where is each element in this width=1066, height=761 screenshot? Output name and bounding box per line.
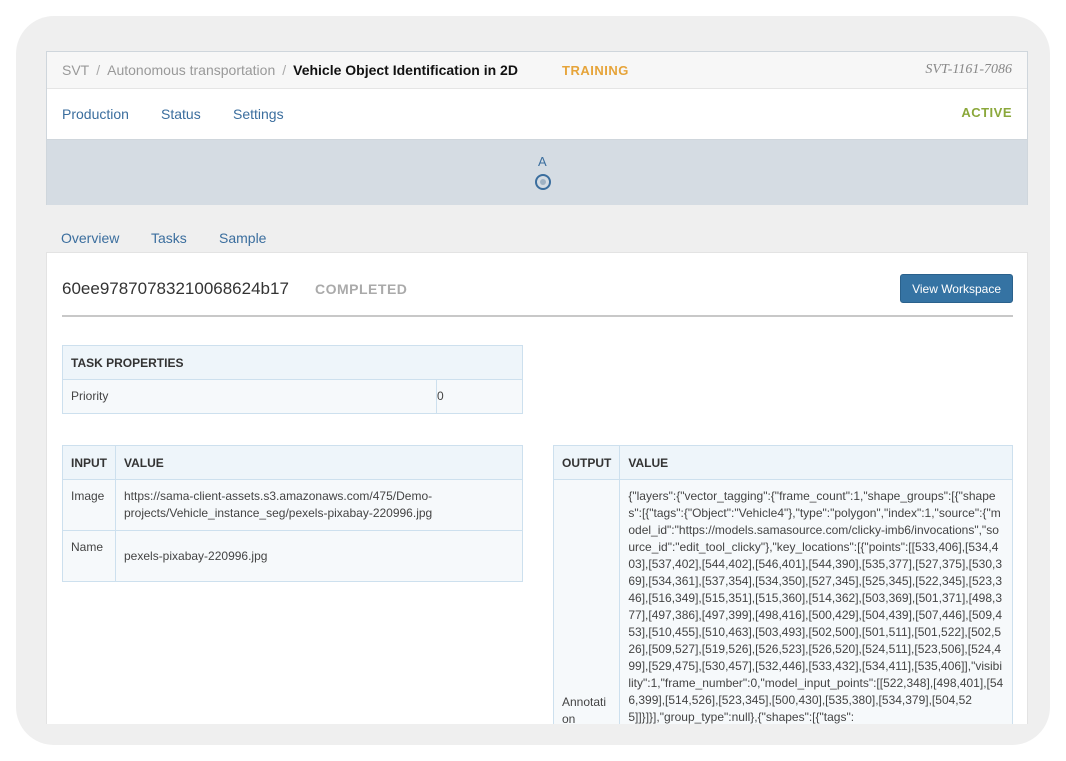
divider (62, 315, 1013, 317)
output-value: {"layers":{"vector_tagging":{"frame_coun… (619, 479, 1013, 724)
project-state-badge: ACTIVE (961, 105, 1012, 120)
project-nav: Production Status Settings ACTIVE (47, 89, 1027, 139)
task-status-badge: COMPLETED (315, 281, 408, 297)
input-value: pexels-pixabay-220996.jpg (115, 530, 523, 582)
output-key: Annotation (552, 479, 621, 724)
breadcrumb-separator: / (282, 62, 287, 78)
project-code: SVT-1161-7086 (925, 62, 1012, 77)
window-frame: SVT / Autonomous transportation / Vehicle Ob… (16, 16, 1050, 745)
input-key: Image (62, 479, 116, 531)
nav-settings[interactable]: Settings (233, 106, 284, 122)
table-row: Priority 0 (62, 379, 523, 414)
breadcrumb: SVT / Autonomous transportation / Vehicle Ob… (62, 62, 518, 78)
input-header-key: INPUT (62, 445, 116, 480)
table-row: Name pexels-pixabay-220996.jpg (62, 530, 523, 582)
property-value: 0 (436, 379, 523, 414)
input-key: Name (62, 530, 116, 582)
output-header-key: OUTPUT (552, 445, 621, 480)
breadcrumb-root[interactable]: SVT (62, 62, 89, 78)
task-detail-panel: 60ee97870783210068624b17 COMPLETED View … (46, 252, 1028, 724)
stage-label: A (538, 154, 547, 169)
stage-node-icon[interactable] (535, 174, 551, 190)
tab-overview[interactable]: Overview (61, 230, 119, 246)
tab-tasks[interactable]: Tasks (151, 230, 187, 246)
nav-status[interactable]: Status (161, 106, 201, 122)
output-header-value: VALUE (619, 445, 1013, 480)
task-properties-header: TASK PROPERTIES (62, 345, 523, 380)
property-key: Priority (62, 379, 437, 414)
output-table: OUTPUT VALUE Annotation {"layers":{"vect… (552, 445, 1013, 724)
stage-bar: A (47, 139, 1027, 205)
nav-production[interactable]: Production (62, 106, 129, 122)
task-properties-table: TASK PROPERTIES Priority 0 (62, 345, 523, 414)
breadcrumb-separator: / (96, 62, 101, 78)
breadcrumb-current: Vehicle Object Identification in 2D (293, 62, 518, 78)
project-header: SVT / Autonomous transportation / Vehicle Ob… (46, 51, 1028, 205)
input-header-value: VALUE (115, 445, 523, 480)
breadcrumb-bar: SVT / Autonomous transportation / Vehicle Ob… (47, 52, 1027, 89)
input-table: INPUT VALUE Image https://sama-client-as… (62, 445, 523, 582)
task-id: 60ee97870783210068624b17 (62, 279, 289, 298)
table-row: Image https://sama-client-assets.s3.amaz… (62, 479, 523, 531)
main-content: SVT / Autonomous transportation / Vehicle Ob… (46, 16, 1028, 724)
table-row: Annotation {"layers":{"vector_tagging":{… (552, 479, 1013, 724)
stage-status-badge: TRAINING (562, 63, 629, 78)
tab-sample[interactable]: Sample (219, 230, 266, 246)
view-workspace-button[interactable]: View Workspace (900, 274, 1013, 303)
input-value: https://sama-client-assets.s3.amazonaws.… (115, 479, 523, 531)
breadcrumb-parent[interactable]: Autonomous transportation (107, 62, 275, 78)
